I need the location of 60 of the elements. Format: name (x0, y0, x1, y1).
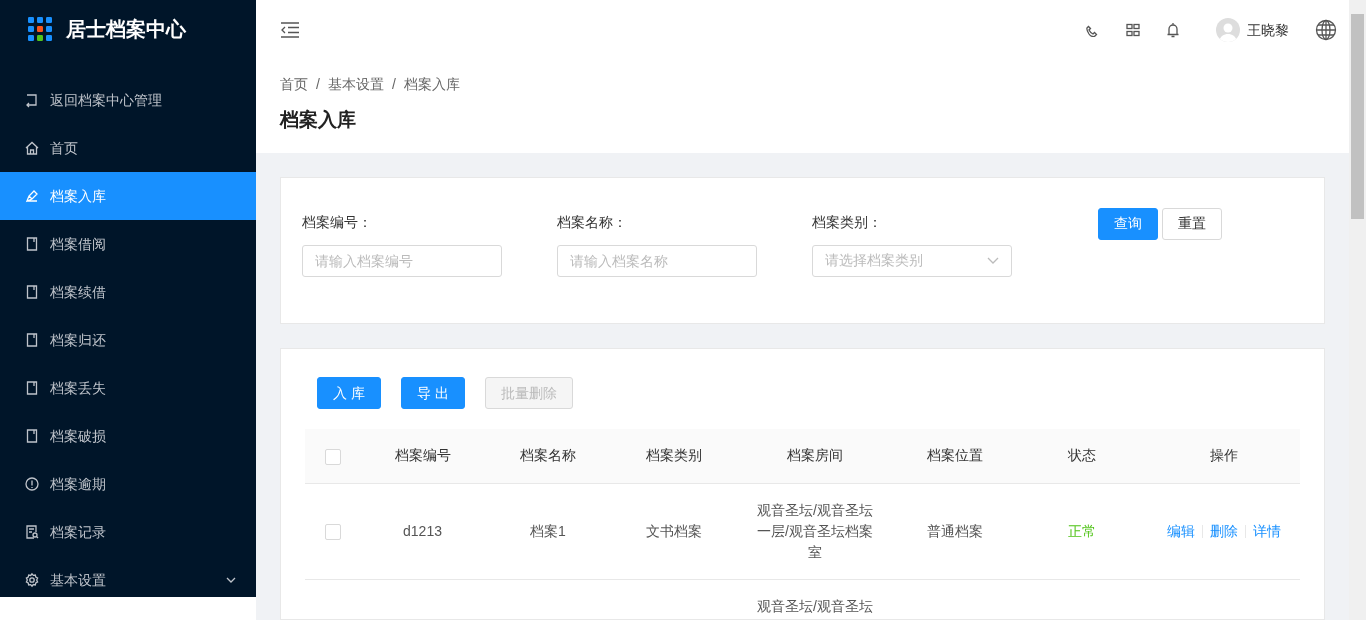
bell-icon[interactable] (1166, 22, 1180, 38)
sidebar-item[interactable]: 基本设置 (0, 556, 256, 597)
field-label: 档案名称： (557, 212, 628, 232)
return-icon (24, 92, 40, 108)
scrollbar-thumb[interactable] (1351, 14, 1364, 219)
settings-icon (24, 572, 40, 588)
table-cell: 观音圣坛/观音圣坛 (757, 597, 873, 614)
book-icon (24, 236, 40, 252)
column-header: 档案类别 (646, 447, 702, 464)
logo-icon (28, 17, 52, 41)
checkbox[interactable] (324, 448, 341, 465)
grid-icon[interactable] (1126, 23, 1140, 37)
book-icon (24, 380, 40, 396)
breadcrumb-link[interactable]: 基本设置 (327, 74, 384, 95)
reset-button[interactable]: 重置 (1162, 207, 1222, 240)
pen-icon (24, 188, 40, 204)
input-field[interactable]: 请输入档案编号 (302, 244, 502, 277)
book-icon (24, 284, 40, 300)
field-label: 档案类别： (812, 212, 883, 232)
table-cell: 档案1 (530, 522, 566, 539)
sidebar-item[interactable]: 档案续借 (0, 268, 256, 316)
table-cell: 文书档案 (646, 522, 702, 539)
breadcrumb-separator: / (316, 75, 320, 94)
page-title: 档案入库 (280, 108, 357, 132)
home-icon (24, 140, 40, 156)
user-name[interactable]: 王晓黎 (1247, 19, 1289, 41)
sidebar-item[interactable]: 档案逾期 (0, 460, 256, 508)
input-field[interactable]: 请输入档案名称 (557, 244, 757, 277)
column-header: 档案位置 (927, 447, 983, 464)
column-header: 档案房间 (787, 447, 843, 464)
column-header: 档案名称 (520, 447, 576, 464)
globe-icon[interactable] (1315, 19, 1337, 41)
column-header: 档案编号 (394, 447, 451, 464)
book-icon (24, 428, 40, 444)
table-cell: d1213 (403, 522, 442, 539)
table-cell: 普通档案 (927, 522, 983, 539)
breadcrumb-separator: / (391, 75, 396, 94)
app-title: 居士档案中心 (66, 17, 186, 42)
sidebar-item[interactable]: 档案记录 (0, 508, 256, 556)
sidebar-item[interactable]: 档案借阅 (0, 220, 256, 268)
sidebar-item[interactable]: 首页 (0, 124, 256, 172)
chevron-down-icon (987, 256, 999, 265)
scrollbar[interactable] (1349, 0, 1366, 620)
field-label: 档案编号： (302, 212, 373, 232)
status-text: 正常 (1068, 522, 1096, 539)
sidebar-item[interactable]: 返回档案中心管理 (0, 76, 256, 124)
breadcrumb-current: 档案入库 (403, 75, 460, 94)
book-icon (24, 332, 40, 348)
checkbox[interactable] (324, 523, 341, 540)
table-cell: 观音圣坛/观音圣坛一层/观音圣坛档案室 (757, 501, 873, 560)
menu-fold-icon[interactable] (280, 22, 300, 38)
column-header: 操作 (1209, 447, 1238, 464)
document-search-icon (24, 524, 40, 540)
column-header: 状态 (1068, 447, 1096, 464)
breadcrumb-link[interactable]: 首页 (280, 74, 308, 95)
sidebar-item[interactable]: 档案归还 (0, 316, 256, 364)
sidebar-item[interactable]: 档案破损 (0, 412, 256, 460)
exclamation-circle-icon (24, 476, 40, 492)
sidebar-item[interactable]: 档案丢失 (0, 364, 256, 412)
phone-icon[interactable] (1086, 23, 1100, 37)
